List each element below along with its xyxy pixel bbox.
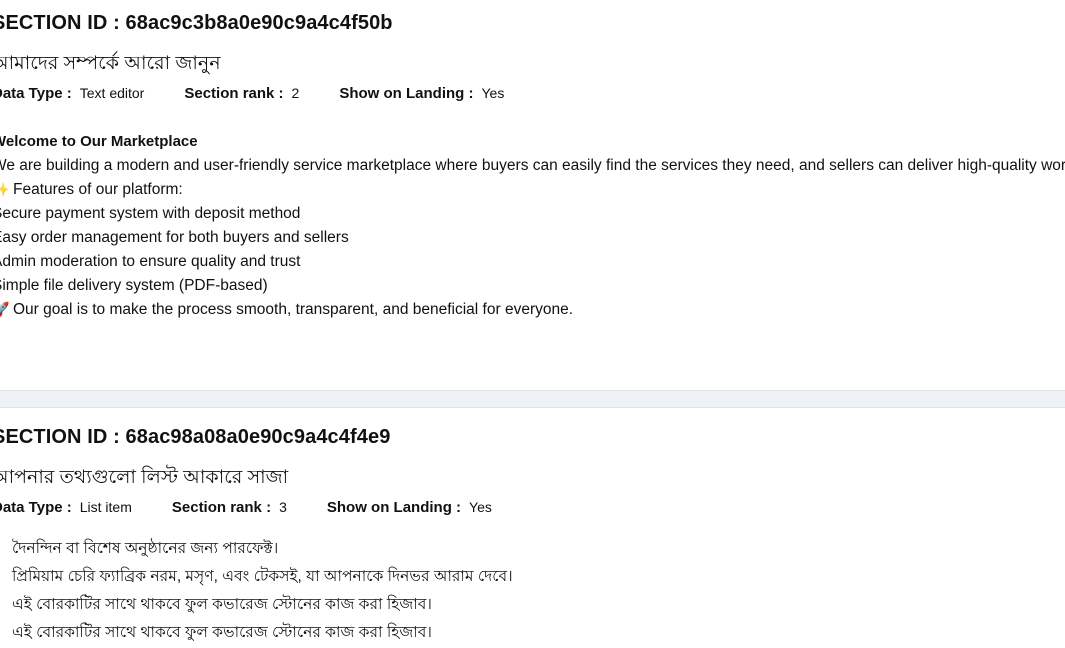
data-type-label: Data Type : — [0, 499, 72, 516]
list-item: এই বোরকাটির সাথে থাকবে ফুল কভারেজ স্টোনে… — [0, 592, 432, 618]
list-item: দৈনন্দিন বা বিশেষ অনুষ্ঠানের জন্য পারফেক… — [0, 536, 278, 562]
data-type-label: Data Type : — [0, 85, 72, 102]
section-meta: Data Type : Text editor Section rank : 2… — [0, 85, 504, 102]
section-rank-label: Section rank : — [184, 85, 284, 102]
data-type-field: Data Type : List item — [0, 499, 132, 516]
data-type-value: Text editor — [79, 85, 145, 101]
show-on-landing-field: Show on Landing : Yes — [327, 499, 492, 516]
show-on-landing-value: Yes — [481, 85, 505, 101]
section-heading: আপনার তথ্যগুলো লিস্ট আকারে সাজা — [0, 467, 289, 488]
features-intro-line: ✨ Features of our platform: — [0, 181, 183, 199]
goal-line: 🚀 Our goal is to make the process smooth,… — [0, 301, 573, 319]
section-rank-value: 3 — [279, 499, 287, 515]
show-on-landing-value: Yes — [469, 499, 492, 515]
show-on-landing-field: Show on Landing : Yes — [339, 85, 504, 102]
features-intro: Features of our platform: — [13, 181, 183, 198]
section-heading: আমাদের সম্পর্কে আরো জানুন — [0, 53, 221, 74]
show-on-landing-label: Show on Landing : — [339, 85, 474, 102]
rocket-icon: 🚀 — [0, 301, 10, 317]
goal-text: Our goal is to make the process smooth, … — [13, 301, 574, 318]
feature-item: Secure payment system with deposit metho… — [0, 205, 301, 222]
section-rank-field: Section rank : 3 — [172, 499, 287, 516]
section-card: SECTION ID : 68ac98a08a0e90c9a4c4f4e9 আপ… — [0, 408, 1065, 648]
data-type-value: List item — [79, 499, 132, 515]
content-intro: We are building a modern and user-friend… — [0, 157, 1065, 174]
data-type-field: Data Type : Text editor — [0, 85, 144, 102]
feature-item: Easy order management for both buyers an… — [0, 229, 349, 246]
section-card: SECTION ID : 68ac9c3b8a0e90c9a4c4f50b আম… — [0, 0, 1065, 390]
section-divider — [0, 390, 1065, 408]
section-id: SECTION ID : 68ac98a08a0e90c9a4c4f4e9 — [0, 426, 391, 448]
content-title: Welcome to Our Marketplace — [0, 133, 198, 150]
section-rank-field: Section rank : 2 — [184, 85, 299, 102]
show-on-landing-label: Show on Landing : — [326, 499, 462, 516]
sparkle-icon: ✨ — [0, 181, 10, 197]
list-item: এই বোরকাটির সাথে থাকবে ফুল কভারেজ স্টোনে… — [0, 620, 432, 646]
section-rank-value: 2 — [291, 85, 300, 101]
feature-item: Simple file delivery system (PDF-based) — [0, 277, 268, 294]
list-item: প্রিমিয়াম চেরি ফ্যাব্রিক নরম, মসৃণ, এবং… — [0, 564, 513, 590]
feature-item: Admin moderation to ensure quality and t… — [0, 253, 301, 270]
section-rank-label: Section rank : — [171, 499, 272, 516]
section-id: SECTION ID : 68ac9c3b8a0e90c9a4c4f50b — [0, 12, 393, 34]
section-meta: Data Type : List item Section rank : 3 S… — [0, 499, 492, 516]
